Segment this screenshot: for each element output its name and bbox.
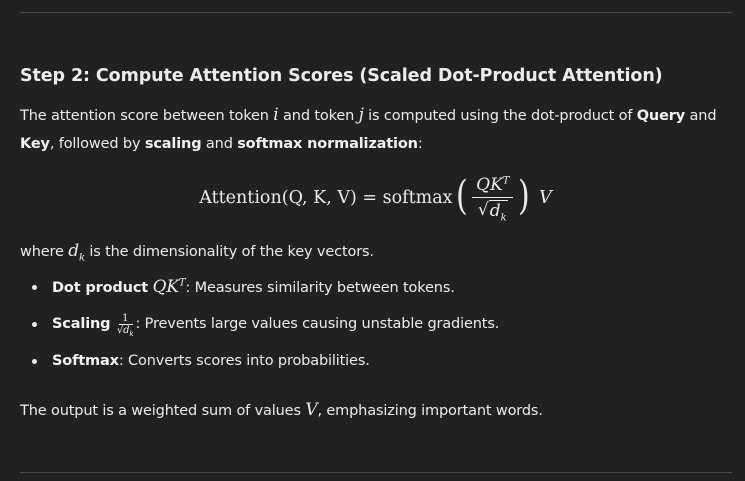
output-paragraph: The output is a weighted sum of values V…: [20, 400, 543, 420]
bullet-list: Dot product QKT: Measures similarity bet…: [20, 269, 720, 379]
list-item: Dot product QKT: Measures similarity bet…: [20, 269, 720, 305]
term-query: Query: [636, 108, 686, 124]
right-paren: ): [518, 173, 531, 219]
where-paragraph: where dk is the dimensionality of the ke…: [20, 241, 374, 264]
list-item: Scaling 1 √dk : Prevents large values ca…: [20, 305, 720, 343]
intro-text: , followed by: [49, 136, 145, 152]
bullet-dot: [32, 322, 37, 327]
intro-text: :: [417, 136, 423, 152]
fraction-denominator: √ dk: [477, 198, 508, 224]
bullet-dot: [32, 285, 37, 290]
left-paren: (: [455, 173, 468, 219]
list-item: Softmax: Converts scores into probabilit…: [20, 343, 720, 379]
bullet-title: Softmax: [52, 353, 119, 369]
bullet-title: Scaling: [52, 316, 111, 332]
math-var-dk: dk: [68, 241, 85, 264]
term-scaling: scaling: [144, 136, 202, 152]
intro-text: and: [201, 136, 238, 152]
bullet-title: Dot product: [52, 280, 149, 296]
bullet-text: : Prevents large values causing unstable…: [135, 316, 500, 332]
attention-equation: Attention(Q, K, V) = softmax ( QKT √ dk )…: [0, 168, 745, 228]
intro-text: is computed using the dot-product of: [363, 108, 637, 124]
math-var-v: V: [305, 400, 318, 420]
bullet-text: : Converts scores into probabilities.: [118, 353, 370, 369]
bottom-divider: [20, 472, 732, 473]
math-qkt: QKT: [152, 277, 186, 297]
equation-lhs: Attention(Q, K, V) = softmax: [199, 188, 453, 208]
equation-tail: V: [539, 188, 552, 208]
bullet-text: : Measures similarity between tokens.: [185, 280, 455, 296]
equation-fraction: QKT √ dk: [472, 175, 514, 224]
top-divider: [20, 12, 732, 13]
intro-paragraph: The attention score between token i and …: [20, 101, 732, 158]
intro-text: The attention score between token: [20, 108, 274, 124]
section-heading: Step 2: Compute Attention Scores (Scaled…: [20, 66, 663, 86]
bullet-dot: [32, 359, 37, 364]
intro-text: and: [685, 108, 717, 124]
intro-text: and token: [278, 108, 359, 124]
fraction-numerator: QKT: [472, 175, 514, 198]
math-scaling-fraction: 1 √dk: [116, 312, 134, 338]
term-softmax-normalization: softmax normalization: [237, 136, 418, 152]
sqrt-symbol: √ dk: [477, 200, 508, 224]
term-key: Key: [20, 136, 50, 152]
